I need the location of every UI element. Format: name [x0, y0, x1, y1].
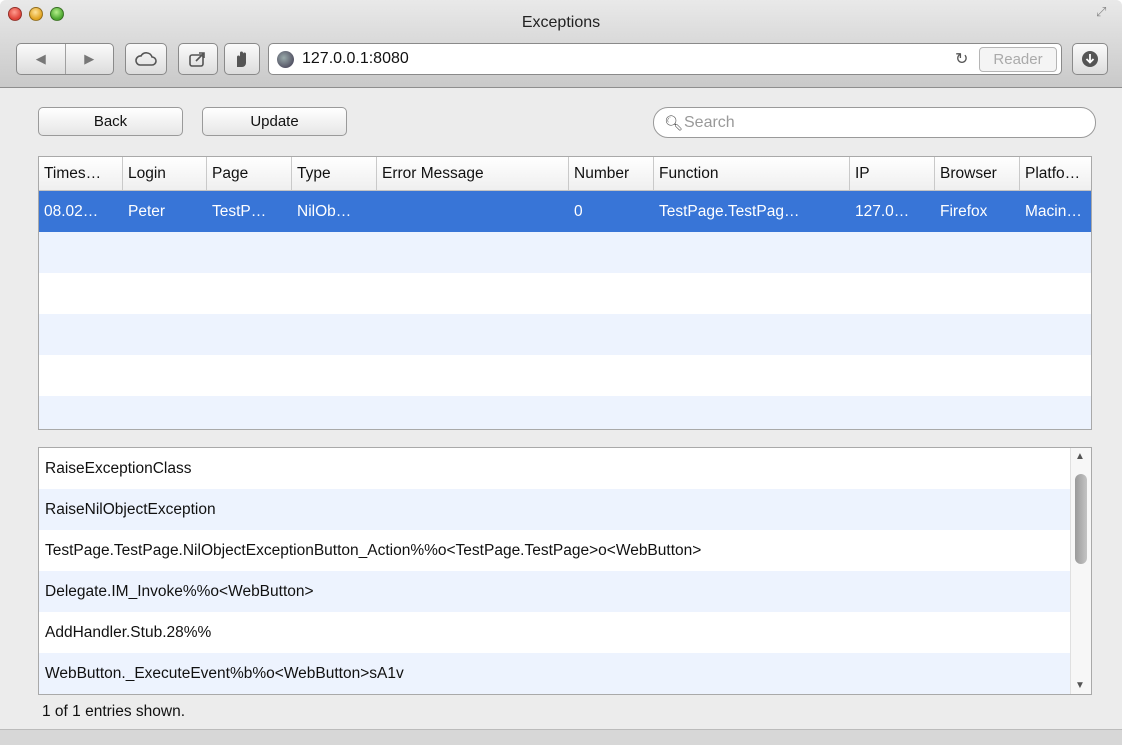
list-item[interactable]: RaiseNilObjectException	[39, 489, 1091, 530]
empty-row	[39, 273, 1091, 314]
cell-platform: Macin…	[1025, 203, 1082, 220]
column-header-type[interactable]: Type	[292, 157, 377, 190]
share-button[interactable]	[178, 43, 218, 75]
column-header-error-message[interactable]: Error Message	[377, 157, 569, 190]
column-header-function[interactable]: Function	[654, 157, 850, 190]
history-nav: ◀ ▶	[16, 43, 114, 75]
cell-number: 0	[574, 203, 583, 220]
search-field[interactable]: 🔍︎	[653, 107, 1096, 138]
cell-timestamp: 08.02…	[44, 203, 99, 220]
address-bar[interactable]: 127.0.0.1:8080 ↻ Reader	[268, 43, 1062, 75]
extension-button[interactable]	[224, 43, 260, 75]
search-icon: 🔍︎	[664, 115, 684, 132]
cloud-icon	[135, 52, 157, 66]
reader-button[interactable]: Reader	[979, 47, 1057, 72]
hand-icon	[237, 51, 246, 67]
share-icon	[189, 52, 205, 67]
back-button[interactable]: Back	[38, 107, 183, 136]
page-content: Back Update 🔍︎ Times… Login Page Type Er…	[0, 89, 1122, 745]
update-button[interactable]: Update	[202, 107, 347, 136]
cell-browser: Firefox	[940, 203, 988, 220]
title-bar: Exceptions ⤢ ◀ ▶ 127.0.0.1:8080 ↻ Reader	[0, 0, 1122, 88]
cell-page: TestP…	[212, 203, 267, 220]
icloud-tabs-button[interactable]	[125, 43, 167, 75]
table-header: Times… Login Page Type Error Message Num…	[39, 157, 1091, 191]
window-title: Exceptions	[521, 14, 601, 31]
browser-window: Exceptions ⤢ ◀ ▶ 127.0.0.1:8080 ↻ Reader…	[0, 0, 1122, 745]
list-item[interactable]: Delegate.IM_Invoke%%o<WebButton>	[39, 571, 1091, 612]
downloads-button[interactable]	[1072, 43, 1108, 75]
exceptions-table[interactable]: Times… Login Page Type Error Message Num…	[38, 156, 1092, 430]
empty-row	[39, 396, 1091, 429]
empty-row	[39, 355, 1091, 396]
download-icon	[1082, 51, 1098, 67]
column-header-timestamp[interactable]: Times…	[39, 157, 123, 190]
cell-login: Peter	[128, 203, 166, 220]
vertical-scrollbar[interactable]: ▲ ▼	[1070, 448, 1091, 694]
list-item[interactable]: RaiseExceptionClass	[39, 448, 1091, 489]
scrollbar-thumb[interactable]	[1075, 474, 1087, 564]
cell-ip: 127.0…	[855, 203, 910, 220]
column-header-platform[interactable]: Platfo…	[1020, 157, 1091, 190]
empty-row	[39, 232, 1091, 273]
empty-row	[39, 314, 1091, 355]
column-header-browser[interactable]: Browser	[935, 157, 1020, 190]
column-header-login[interactable]: Login	[123, 157, 207, 190]
search-input[interactable]	[684, 112, 1084, 134]
column-header-ip[interactable]: IP	[850, 157, 935, 190]
list-item[interactable]: TestPage.TestPage.NilObjectExceptionButt…	[39, 530, 1091, 571]
cell-error-message	[377, 191, 569, 232]
stack-trace-list[interactable]: RaiseExceptionClass RaiseNilObjectExcept…	[38, 447, 1092, 695]
fullscreen-icon[interactable]: ⤢	[1096, 4, 1112, 20]
window-bottom-bar	[0, 729, 1122, 745]
scroll-down-arrow-icon[interactable]: ▼	[1075, 680, 1085, 691]
column-header-number[interactable]: Number	[569, 157, 654, 190]
list-item[interactable]: WebButton._ExecuteEvent%b%o<WebButton>sA…	[39, 653, 1091, 694]
entries-status: 1 of 1 entries shown.	[42, 703, 186, 720]
cell-function: TestPage.TestPag…	[659, 203, 800, 220]
back-arrow-icon[interactable]: ◀	[17, 51, 65, 67]
reload-icon[interactable]: ↻	[955, 49, 968, 69]
cell-type: NilOb…	[297, 203, 352, 220]
table-row[interactable]: 08.02… Peter TestP… NilOb… 0 TestPage.Te…	[39, 191, 1091, 232]
scroll-up-arrow-icon[interactable]: ▲	[1075, 451, 1085, 462]
forward-arrow-icon[interactable]: ▶	[65, 51, 113, 67]
column-header-page[interactable]: Page	[207, 157, 292, 190]
url-text[interactable]: 127.0.0.1:8080	[302, 50, 409, 68]
list-item[interactable]: AddHandler.Stub.28%%	[39, 612, 1091, 653]
globe-icon	[277, 51, 294, 68]
